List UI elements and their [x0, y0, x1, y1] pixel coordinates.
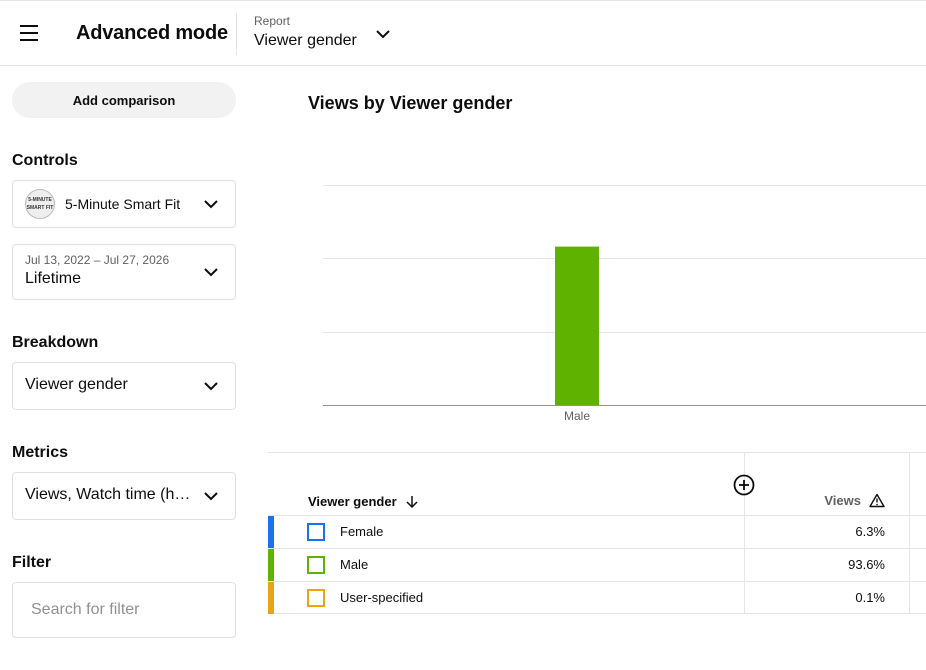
- report-label: Report: [254, 14, 291, 28]
- row-color-swatch: [268, 516, 274, 548]
- row-checkbox[interactable]: [307, 589, 325, 607]
- chevron-down-icon[interactable]: [374, 27, 392, 41]
- row-views-value: 93.6%: [848, 557, 885, 572]
- bar-male[interactable]: [555, 246, 599, 405]
- warning-icon[interactable]: [869, 493, 885, 508]
- breakdown-label: Breakdown: [12, 334, 99, 351]
- bar-chart: Male: [323, 160, 926, 430]
- date-preset-text: Lifetime: [25, 270, 82, 287]
- row-views-value: 6.3%: [855, 524, 885, 539]
- date-range-selector[interactable]: Jul 13, 2022 – Jul 27, 2026 Lifetime: [12, 244, 236, 300]
- breakdown-selector[interactable]: Viewer gender: [12, 362, 236, 410]
- chevron-down-icon: [204, 268, 218, 277]
- chevron-down-icon: [204, 200, 218, 209]
- row-checkbox[interactable]: [307, 556, 325, 574]
- top-header: Advanced mode Report Viewer gender: [0, 0, 926, 66]
- table-row[interactable]: Female 6.3%: [268, 515, 926, 548]
- metrics-label: Metrics: [12, 444, 69, 461]
- row-checkbox[interactable]: [307, 523, 325, 541]
- row-views-value: 0.1%: [855, 590, 885, 605]
- row-label: Male: [340, 557, 369, 572]
- header-divider: [236, 13, 237, 55]
- report-selector-value[interactable]: Viewer gender: [254, 32, 357, 50]
- dimension-column-header[interactable]: Viewer gender: [308, 494, 419, 509]
- page-title: Advanced mode: [76, 22, 228, 44]
- table-top-border: [268, 452, 926, 453]
- filter-label: Filter: [12, 554, 52, 571]
- metrics-selector[interactable]: Views, Watch time (h…: [12, 472, 236, 520]
- views-column-header[interactable]: Views: [824, 493, 885, 508]
- table-row[interactable]: Male 93.6%: [268, 548, 926, 581]
- chart-title: Views by Viewer gender: [308, 93, 513, 113]
- channel-avatar: 5-MINUTE SMART FIT: [25, 189, 55, 219]
- views-header-label: Views: [824, 493, 861, 508]
- row-color-swatch: [268, 582, 274, 614]
- hamburger-menu-icon[interactable]: [20, 21, 48, 45]
- chevron-down-icon: [204, 382, 218, 391]
- chevron-down-icon: [204, 492, 218, 501]
- row-label: Female: [340, 524, 384, 539]
- metrics-value: Views, Watch time (h…: [25, 486, 191, 503]
- add-column-icon[interactable]: [733, 474, 755, 496]
- channel-name: 5-Minute Smart Fit: [65, 196, 181, 212]
- date-range-text: Jul 13, 2022 – Jul 27, 2026: [25, 253, 170, 267]
- row-color-swatch: [268, 549, 274, 581]
- channel-selector[interactable]: 5-MINUTE SMART FIT 5-Minute Smart Fit: [12, 180, 236, 228]
- dimension-header-label: Viewer gender: [308, 494, 397, 509]
- table-row[interactable]: User-specified 0.1%: [268, 581, 926, 614]
- breakdown-value: Viewer gender: [25, 376, 128, 393]
- x-tick-label: Male: [564, 409, 590, 423]
- row-label: User-specified: [340, 590, 424, 605]
- add-comparison-button[interactable]: Add comparison: [12, 82, 236, 118]
- filter-search-input[interactable]: [12, 582, 236, 638]
- chart-svg: Male: [323, 185, 926, 423]
- controls-label: Controls: [12, 152, 78, 169]
- sort-down-arrow-icon[interactable]: [405, 495, 419, 509]
